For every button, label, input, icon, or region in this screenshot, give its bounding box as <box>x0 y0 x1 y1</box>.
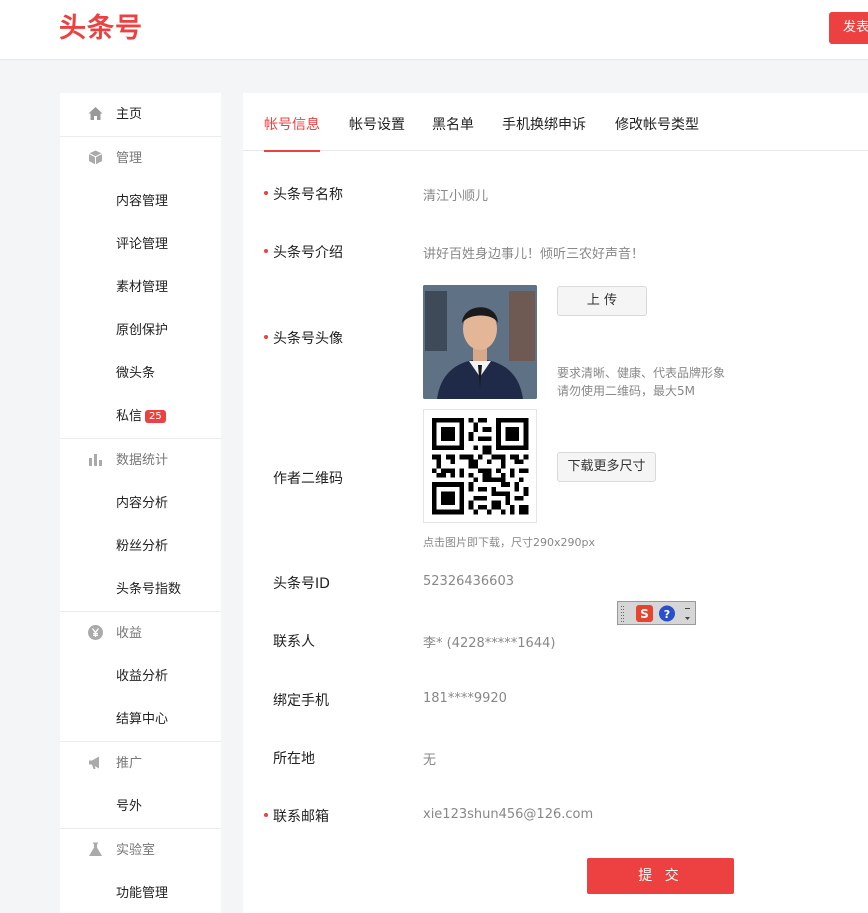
tab-bar: 帐号信息 帐号设置 黑名单 手机换绑申诉 修改帐号类型 <box>243 93 868 152</box>
qr-code-pattern <box>432 418 529 515</box>
sidebar-item-original-protect[interactable]: 原创保护 <box>60 309 221 352</box>
required-marker <box>264 813 268 817</box>
required-marker <box>264 335 268 339</box>
required-marker <box>264 249 268 253</box>
sidebar-section-label: 管理 <box>116 151 143 166</box>
sidebar-item-content-analysis[interactable]: 内容分析 <box>60 482 221 525</box>
yen-icon <box>88 625 103 640</box>
account-info-panel: 帐号信息 帐号设置 黑名单 手机换绑申诉 修改帐号类型 头条号名称 清江小顺儿 … <box>243 93 868 913</box>
unread-badge: 25 <box>145 410 166 423</box>
sidebar-item-label: 内容分析 <box>116 496 169 511</box>
logo[interactable]: 头条号 <box>59 12 143 46</box>
sidebar-item-income-analysis[interactable]: 收益分析 <box>60 655 221 698</box>
sidebar-item-settlement[interactable]: 结算中心 <box>60 698 221 741</box>
contact-value: 李* (4228*****1644) <box>423 636 556 651</box>
private-msg-label: 私信 <box>116 409 143 424</box>
sidebar-section-lab[interactable]: 实验室 <box>60 829 221 872</box>
sidebar-item-label: 头条号指数 <box>116 582 182 597</box>
name-label: 头条号名称 <box>273 187 343 203</box>
avatar-label: 头条号头像 <box>273 331 343 347</box>
tab-account-settings[interactable]: 帐号设置 <box>349 93 405 151</box>
sidebar-item-label: 主页 <box>116 107 143 122</box>
top-bar: 头条号 发表 <box>0 0 868 60</box>
download-more-sizes-button[interactable]: 下载更多尺寸 <box>557 452 656 482</box>
sidebar: 主页 管理 内容管理 评论管理 素材管理 原创保护 微头条 私信 25 数据统计 … <box>60 93 221 913</box>
avatar-hint-1: 要求清晰、健康、代表品牌形象 <box>557 366 726 380</box>
sidebar-item-label: 收益分析 <box>116 669 169 684</box>
avatar-image[interactable] <box>423 285 537 399</box>
sidebar-item-feature-manage[interactable]: 功能管理 <box>60 872 221 913</box>
sidebar-item-label: 号外 <box>116 799 143 814</box>
tab-phone-rebind-appeal[interactable]: 手机换绑申诉 <box>502 93 586 151</box>
submit-button[interactable]: 提 交 <box>587 858 734 894</box>
sidebar-item-content-manage[interactable]: 内容管理 <box>60 180 221 223</box>
sidebar-item-index[interactable]: 头条号指数 <box>60 568 221 611</box>
email-value: xie123shun456@126.com <box>423 807 594 822</box>
sidebar-section-income[interactable]: 收益 <box>60 612 221 655</box>
sidebar-item-home[interactable]: 主页 <box>60 93 221 136</box>
tab-blacklist[interactable]: 黑名单 <box>432 93 474 151</box>
publish-button[interactable]: 发表 <box>829 12 868 44</box>
sidebar-item-private-msg[interactable]: 私信 25 <box>60 395 221 438</box>
sidebar-item-fans-analysis[interactable]: 粉丝分析 <box>60 525 221 568</box>
sidebar-item-weitoutiao[interactable]: 微头条 <box>60 352 221 395</box>
location-value: 无 <box>423 753 437 768</box>
qr-label: 作者二维码 <box>273 471 343 487</box>
avatar-hint-2: 请勿使用二维码，最大5M <box>557 384 695 398</box>
megaphone-icon <box>89 756 99 769</box>
home-icon <box>88 107 103 120</box>
phone-value: 181****9920 <box>423 691 507 706</box>
location-label: 所在地 <box>273 751 315 767</box>
sidebar-section-label: 数据统计 <box>116 453 169 468</box>
sidebar-section-promote[interactable]: 推广 <box>60 742 221 785</box>
ime-toolbar[interactable]: S ? <box>617 601 696 625</box>
svg-text:?: ? <box>664 608 670 621</box>
name-value: 清江小顺儿 <box>423 189 489 204</box>
sidebar-item-label: 原创保护 <box>116 323 169 338</box>
sidebar-item-label: 微头条 <box>116 366 156 381</box>
phone-label: 绑定手机 <box>273 693 329 709</box>
sidebar-item-label: 粉丝分析 <box>116 539 169 554</box>
sidebar-item-label: 结算中心 <box>116 712 169 727</box>
sidebar-section-label: 收益 <box>116 626 143 641</box>
sidebar-item-label: 私信 25 <box>116 395 166 438</box>
sidebar-section-stats[interactable]: 数据统计 <box>60 439 221 482</box>
sidebar-section-label: 实验室 <box>116 843 156 858</box>
ime-toolbar-graphic: S ? <box>621 605 690 622</box>
flask-icon <box>89 842 102 856</box>
intro-label: 头条号介绍 <box>273 245 343 261</box>
sidebar-item-haowai[interactable]: 号外 <box>60 785 221 828</box>
avatar-portrait <box>423 285 537 399</box>
tab-account-info[interactable]: 帐号信息 <box>264 93 320 152</box>
required-marker <box>264 191 268 195</box>
intro-value: 讲好百姓身边事儿！倾听三农好声音！ <box>423 247 645 262</box>
sidebar-item-material-manage[interactable]: 素材管理 <box>60 266 221 309</box>
bar-chart-icon <box>89 454 102 466</box>
sidebar-item-comment-manage[interactable]: 评论管理 <box>60 223 221 266</box>
sidebar-item-label: 内容管理 <box>116 194 169 209</box>
author-qr-code[interactable] <box>423 409 537 523</box>
sidebar-section-manage[interactable]: 管理 <box>60 137 221 180</box>
sidebar-item-label: 评论管理 <box>116 237 169 252</box>
cube-icon <box>88 150 103 165</box>
svg-text:S: S <box>640 607 649 621</box>
email-label: 联系邮箱 <box>273 809 329 825</box>
id-value: 52326436603 <box>423 574 514 589</box>
id-label: 头条号ID <box>273 576 330 592</box>
sidebar-item-label: 素材管理 <box>116 280 169 295</box>
sidebar-section-label: 推广 <box>116 756 143 771</box>
contact-label: 联系人 <box>273 634 315 650</box>
tab-change-account-type[interactable]: 修改帐号类型 <box>615 93 699 151</box>
qr-hint: 点击图片即下载，尺寸290x290px <box>423 536 595 549</box>
upload-button[interactable]: 上 传 <box>557 286 647 316</box>
sidebar-item-label: 功能管理 <box>116 886 169 901</box>
